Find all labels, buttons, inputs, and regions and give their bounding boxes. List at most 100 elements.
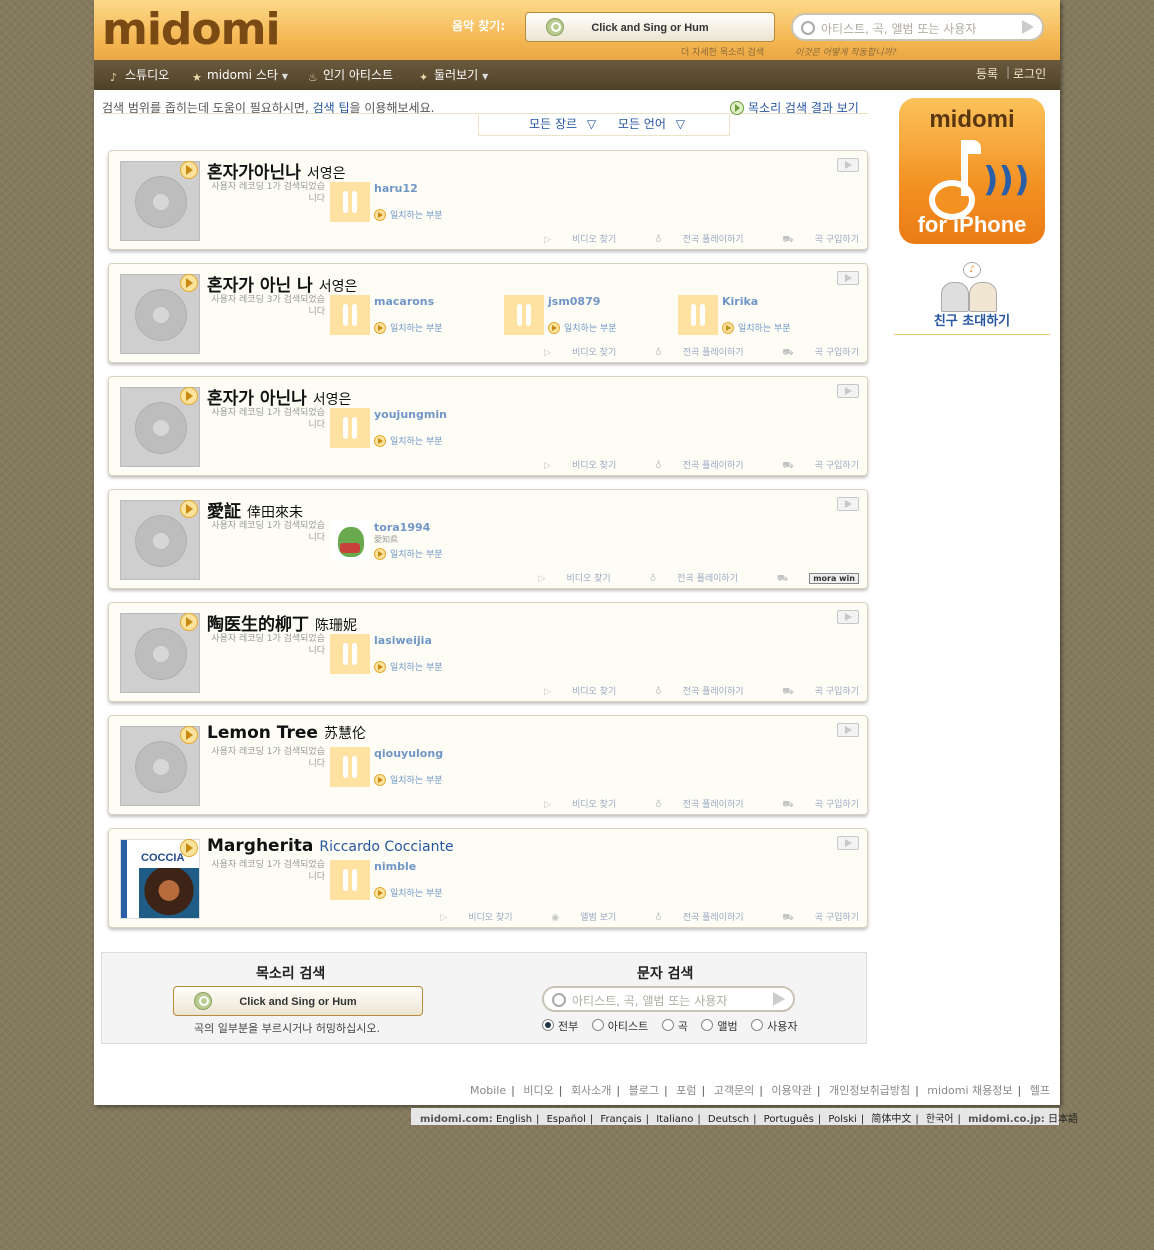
language-link[interactable]: 日本語	[1048, 1114, 1078, 1125]
matching-part-link[interactable]: 일치하는 부분	[722, 321, 791, 334]
find-video-link[interactable]: ▷ 비디오 찾기	[526, 348, 616, 358]
play-icon[interactable]	[180, 274, 198, 292]
user-avatar[interactable]	[330, 295, 370, 335]
how-it-works-link[interactable]: 이것은 어떻게 작동합니까?	[795, 45, 897, 58]
video-icon[interactable]	[837, 158, 859, 172]
radio-song[interactable]: 곡	[661, 1019, 688, 1033]
voice-search-button[interactable]: Click and Sing or Hum	[173, 986, 423, 1016]
register-link[interactable]: 등록	[976, 65, 998, 82]
find-video-link[interactable]: ▷ 비디오 찾기	[526, 687, 616, 697]
play-all-link[interactable]: ♁ 전곡 플레이하기	[637, 800, 743, 810]
song-artist[interactable]: 陈珊妮	[315, 618, 357, 634]
buy-song-link[interactable]: ⛟ 곡 구입하기	[764, 800, 859, 810]
find-video-link[interactable]: ▷ 비디오 찾기	[526, 235, 616, 245]
matching-part-link[interactable]: 일치하는 부분	[374, 660, 443, 673]
user-avatar[interactable]	[330, 182, 370, 222]
song-title[interactable]: 혼자가 아닌 나 서영은	[207, 271, 357, 296]
login-link[interactable]: 로그인	[1013, 65, 1046, 82]
matching-part-link[interactable]: 일치하는 부분	[374, 434, 443, 447]
user-name[interactable]: jsm0879	[548, 295, 600, 308]
language-filter[interactable]: 모든 언어 ▽	[612, 117, 685, 131]
footer-link[interactable]: 이용약관	[771, 1084, 811, 1097]
voice-search-button[interactable]: Click and Sing or Hum	[525, 12, 775, 42]
buy-song-link[interactable]: ⛟ 곡 구입하기	[764, 348, 859, 358]
song-artist[interactable]: 苏慧伦	[324, 726, 366, 742]
play-icon[interactable]	[180, 613, 198, 631]
matching-part-link[interactable]: 일치하는 부분	[548, 321, 617, 334]
user-avatar[interactable]	[504, 295, 544, 335]
nav-popular-artists[interactable]: ♨ 인기 아티스트	[308, 66, 393, 84]
matching-part-link[interactable]: 일치하는 부분	[374, 886, 443, 899]
user-avatar[interactable]	[330, 521, 370, 561]
song-title[interactable]: Lemon Tree 苏慧伦	[207, 723, 366, 743]
play-icon[interactable]	[180, 726, 198, 744]
mora-win-link[interactable]: ⛟ mora win	[759, 573, 859, 584]
play-all-link[interactable]: ♁ 전곡 플레이하기	[637, 913, 743, 923]
nav-browse[interactable]: ✦ 둘러보기 ▼	[419, 66, 488, 84]
user-name[interactable]: qiouyulong	[374, 747, 443, 760]
video-icon[interactable]	[837, 384, 859, 398]
footer-link[interactable]: 개인정보취급방침	[829, 1084, 910, 1097]
search-go-icon[interactable]	[1022, 20, 1034, 34]
language-link[interactable]: Polski	[828, 1114, 856, 1125]
footer-link[interactable]: 고객문의	[714, 1084, 754, 1097]
user-name[interactable]: lasiweijia	[374, 634, 432, 647]
radio-all[interactable]: 전부	[542, 1019, 578, 1033]
find-video-link[interactable]: ▷ 비디오 찾기	[526, 800, 616, 810]
buy-song-link[interactable]: ⛟ 곡 구입하기	[764, 687, 859, 697]
play-icon[interactable]	[180, 387, 198, 405]
user-name[interactable]: haru12	[374, 182, 418, 195]
nav-studio[interactable]: ♪ 스튜디오	[110, 66, 169, 84]
song-title[interactable]: Margherita Riccardo Cocciante	[207, 836, 454, 856]
voice-more-link[interactable]: 더 자세한 목소리 검색	[681, 45, 764, 58]
buy-song-link[interactable]: ⛟ 곡 구입하기	[764, 461, 859, 471]
footer-link[interactable]: midomi 채용정보	[927, 1084, 1012, 1097]
song-title[interactable]: 陶医生的柳丁 陈珊妮	[207, 610, 357, 635]
song-artist[interactable]: 서영은	[313, 392, 352, 408]
language-link[interactable]: 한국어	[926, 1114, 954, 1125]
song-artist[interactable]: Riccardo Cocciante	[319, 839, 453, 855]
user-name[interactable]: Kirika	[722, 295, 758, 308]
song-artist[interactable]: 서영은	[307, 166, 346, 182]
radio-user[interactable]: 사용자	[751, 1019, 797, 1033]
matching-part-link[interactable]: 일치하는 부분	[374, 321, 443, 334]
user-name[interactable]: macarons	[374, 295, 434, 308]
matching-part-link[interactable]: 일치하는 부분	[374, 208, 443, 221]
play-all-link[interactable]: ♁ 전곡 플레이하기	[637, 235, 743, 245]
language-link[interactable]: Português	[764, 1114, 814, 1125]
language-link[interactable]: Español	[547, 1114, 586, 1125]
video-icon[interactable]	[837, 271, 859, 285]
iphone-app-banner[interactable]: midomi ))) for iPhone	[899, 98, 1045, 244]
play-all-link[interactable]: ♁ 전곡 플레이하기	[632, 574, 738, 584]
play-all-link[interactable]: ♁ 전곡 플레이하기	[637, 461, 743, 471]
user-avatar[interactable]	[330, 408, 370, 448]
radio-artist[interactable]: 아티스트	[591, 1019, 648, 1033]
play-icon[interactable]	[180, 161, 198, 179]
language-link[interactable]: 简体中文	[871, 1114, 911, 1125]
user-name[interactable]: tora1994	[374, 521, 430, 534]
find-video-link[interactable]: ▷ 비디오 찾기	[422, 913, 512, 923]
find-video-link[interactable]: ▷ 비디오 찾기	[526, 461, 616, 471]
footer-link[interactable]: 헬프	[1030, 1084, 1050, 1097]
buy-song-link[interactable]: ⛟ 곡 구입하기	[764, 235, 859, 245]
song-artist[interactable]: 서영은	[319, 279, 358, 295]
song-title[interactable]: 혼자가 아닌나 서영은	[207, 384, 351, 409]
header-search-input[interactable]: 아티스트, 곡, 앨범 또는 사용자	[791, 13, 1044, 41]
play-all-link[interactable]: ♁ 전곡 플레이하기	[637, 348, 743, 358]
language-link[interactable]: Français	[600, 1114, 641, 1125]
language-link[interactable]: Deutsch	[708, 1114, 749, 1125]
song-title[interactable]: 혼자가아닌나 서영은	[207, 158, 345, 183]
play-all-link[interactable]: ♁ 전곡 플레이하기	[637, 687, 743, 697]
search-go-icon[interactable]	[773, 992, 785, 1006]
song-title[interactable]: 愛証 倖田來未	[207, 497, 303, 522]
genre-filter[interactable]: 모든 장르 ▽	[523, 117, 596, 131]
play-icon[interactable]	[180, 839, 198, 857]
song-artist[interactable]: 倖田來未	[247, 505, 303, 521]
invite-friends[interactable]: ♪ 친구 초대하기	[894, 258, 1050, 335]
video-icon[interactable]	[837, 497, 859, 511]
matching-part-link[interactable]: 일치하는 부분	[374, 773, 443, 786]
language-link[interactable]: English	[496, 1114, 532, 1125]
video-icon[interactable]	[837, 836, 859, 850]
footer-link[interactable]: 포럼	[676, 1084, 696, 1097]
language-link[interactable]: Italiano	[656, 1114, 693, 1125]
